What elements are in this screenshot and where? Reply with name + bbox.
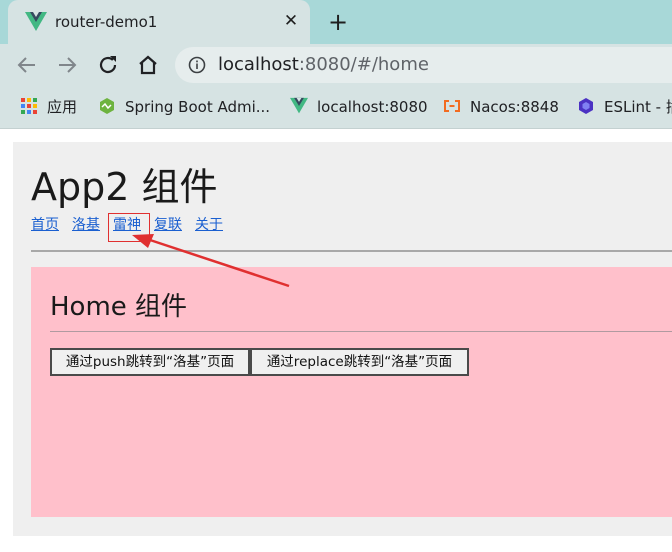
replace-navigate-button[interactable]: 通过replace跳转到“洛基”页面 [250,348,469,376]
forward-arrow-icon[interactable] [55,53,79,77]
home-title: Home 组件 [50,292,188,322]
bookmark-label: 应用 [47,98,78,116]
nav-link-loki[interactable]: 洛基 [72,217,100,233]
close-tab-icon[interactable]: ✕ [280,10,302,32]
annotation-highlight-box [108,213,150,242]
divider [31,250,672,252]
new-tab-button[interactable]: + [325,9,351,35]
bookmark-label: Spring Boot Admi... [125,98,271,116]
nav-link-about[interactable]: 关于 [195,217,223,233]
bookmark-apps[interactable]: 应用 [20,96,77,118]
home-component-panel: Home 组件 通过push跳转到“洛基”页面 通过replace跳转到“洛基”… [31,267,672,517]
bookmarks-bar: 应用 Spring Boot Admi... localhost:8080 Na… [0,86,672,129]
vue-logo-icon [25,12,47,31]
apps-grid-icon [21,97,37,114]
address-bar[interactable]: localhost:8080/#/home [175,47,672,83]
home-icon[interactable] [136,53,160,77]
bookmark-eslint[interactable]: ESLint - 插 [577,96,672,118]
tab-strip: router-demo1 ✕ + [0,0,672,44]
page-content: App2 组件 首页 洛基 雷神 复联 关于 Home 组件 通过push跳转到“洛基”… [13,142,672,536]
divider [50,331,672,332]
bookmark-label: ESLint - 插 [604,98,672,116]
bookmark-spring-boot-admin[interactable]: Spring Boot Admi... [98,96,270,118]
bookmark-nacos[interactable]: Nacos:8848 [443,96,559,118]
browser-tab[interactable]: router-demo1 ✕ [8,0,310,44]
nav-link-home[interactable]: 首页 [31,217,59,233]
reload-icon[interactable] [96,53,120,77]
nav-link-avengers[interactable]: 复联 [154,217,182,233]
bookmark-label: localhost:8080 [317,98,428,116]
info-icon[interactable] [188,56,206,74]
app-title: App2 组件 [31,165,218,209]
nacos-icon [444,99,460,112]
bookmark-label: Nacos:8848 [470,98,559,116]
bookmark-localhost[interactable]: localhost:8080 [290,96,428,118]
vue-logo-icon [290,97,308,113]
eslint-icon [579,97,593,114]
push-navigate-button[interactable]: 通过push跳转到“洛基”页面 [50,348,250,376]
back-arrow-icon[interactable] [15,53,39,77]
spring-boot-admin-icon [100,97,114,114]
tab-title: router-demo1 [55,13,158,31]
url-text[interactable]: localhost:8080/#/home [218,54,429,75]
